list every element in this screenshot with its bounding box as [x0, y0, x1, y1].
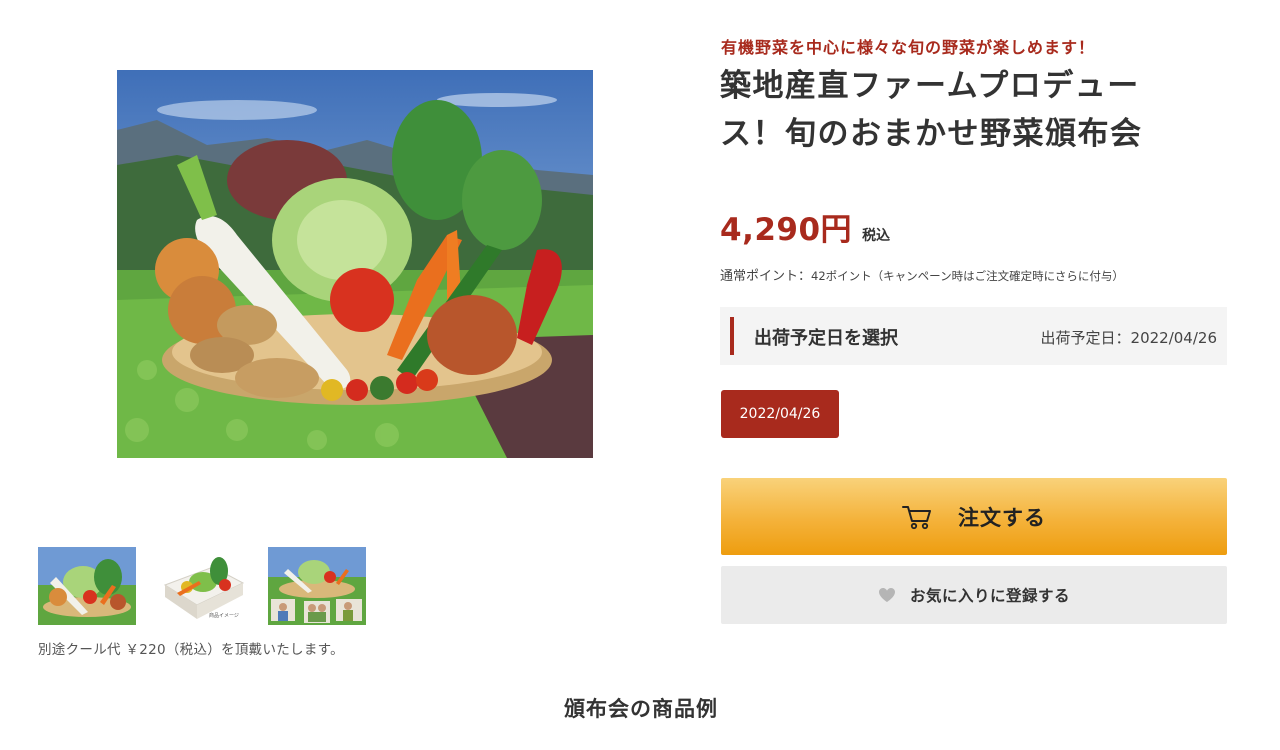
shipping-date-section: 出荷予定日を選択 出荷予定日：2022/04/26: [720, 307, 1227, 365]
section-title: 頒布会の商品例: [564, 697, 718, 721]
product-title: 築地産直ファームプロデュー ス！旬のおまかせ野菜頒布会: [720, 62, 1220, 158]
order-button[interactable]: 注文する: [721, 478, 1227, 555]
thumbnail-1[interactable]: [38, 547, 136, 625]
thumbnail-3[interactable]: [268, 547, 366, 625]
cool-fee-note: 別途クール代 ￥220（税込）を頂戴いたします。: [38, 642, 344, 658]
favorite-button[interactable]: お気に入りに登録する: [721, 566, 1227, 624]
points-note: （キャンペーン時はご注文確定時にさらに付与）: [871, 269, 1124, 283]
points-label: 通常ポイント：: [720, 269, 812, 284]
cart-icon: [902, 505, 931, 529]
points-info: 通常ポイント：42ポイント（キャンペーン時はご注文確定時にさらに付与）: [720, 265, 1124, 284]
section-accent-bar: [730, 317, 734, 355]
heart-icon: [878, 588, 895, 602]
price: 4,290円: [720, 212, 853, 248]
svg-text:商品イメージ: 商品イメージ: [209, 612, 239, 619]
main-product-image: [117, 70, 593, 458]
favorite-button-label: お気に入りに登録する: [909, 587, 1070, 605]
shipping-date-label: 出荷予定日：2022/04/26: [1040, 329, 1217, 347]
points-value: 42ポイント: [811, 269, 872, 283]
product-title-line-1: 築地産直ファームプロデュー: [720, 68, 1140, 104]
shipping-date-option[interactable]: 2022/04/26: [721, 390, 839, 438]
price-row: 4,290円 税込: [720, 204, 890, 249]
order-button-label: 注文する: [958, 505, 1046, 530]
tax-label: 税込: [862, 228, 891, 244]
product-title-line-2: ス！旬のおまかせ野菜頒布会: [720, 116, 1143, 152]
thumbnail-2[interactable]: 商品イメージ: [153, 547, 251, 625]
shipping-section-label: 出荷予定日を選択: [754, 328, 898, 349]
thumbnail-strip: 商品イメージ: [38, 547, 366, 625]
catch-copy: 有機野菜を中心に様々な旬の野菜が楽しめます！: [721, 38, 1096, 57]
